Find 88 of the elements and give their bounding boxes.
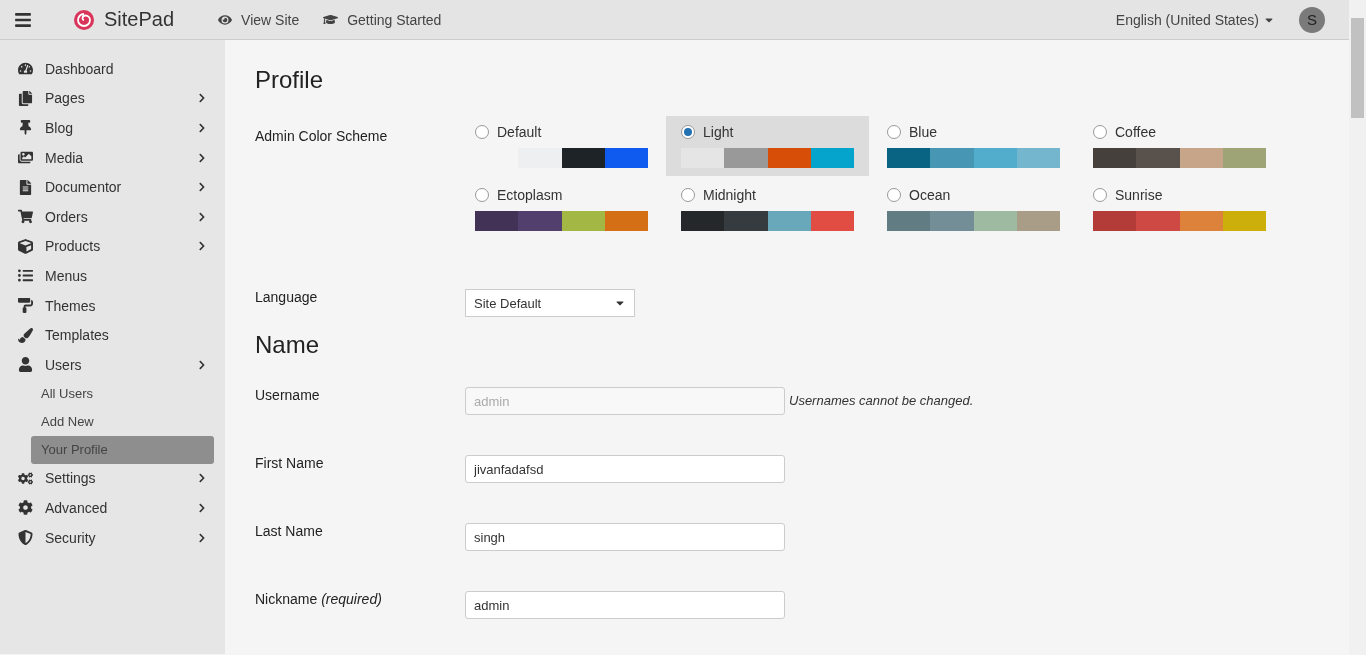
sidebar-item[interactable]: Documentor — [0, 172, 225, 202]
scheme-name: Coffee — [1115, 124, 1156, 140]
scrollbar[interactable] — [1349, 0, 1366, 655]
color-scheme-option[interactable]: Default — [460, 116, 663, 176]
sidebar-item[interactable]: Orders — [0, 201, 225, 232]
pin-icon — [18, 120, 33, 136]
chevron-icon — [197, 152, 207, 163]
field-label: Username — [255, 387, 321, 403]
scrollbar-thumb[interactable] — [1351, 18, 1364, 118]
top-link[interactable]: Getting Started — [323, 11, 442, 28]
scheme-name: Blue — [909, 124, 938, 140]
sidebar-item[interactable]: Blog — [0, 113, 225, 143]
radio-button[interactable] — [887, 188, 901, 202]
brand-name: SitePad — [104, 8, 175, 31]
sidebar-item[interactable]: Settings — [0, 463, 225, 494]
submenu-item[interactable]: Add New — [31, 407, 214, 436]
color-scheme-option[interactable]: Ectoplasm — [460, 179, 663, 239]
gear-icon — [18, 500, 33, 516]
input-field[interactable]: admin — [465, 591, 785, 619]
field-label: First Name — [255, 455, 325, 471]
menu-button[interactable] — [14, 10, 32, 29]
color-scheme-option[interactable]: Midnight — [666, 179, 869, 239]
field-note: Usernames cannot be changed. — [789, 393, 974, 408]
radio-button[interactable] — [681, 125, 695, 139]
chevron-icon — [197, 182, 207, 193]
scheme-name: Ocean — [909, 187, 951, 203]
sidebar-item[interactable]: Media — [0, 142, 225, 173]
graduation-cap-icon — [323, 12, 339, 27]
chevron-icon — [197, 241, 207, 252]
sidebar-item[interactable]: Security — [0, 522, 225, 553]
color-scheme-option[interactable]: Sunrise — [1078, 179, 1281, 239]
scheme-name: Midnight — [703, 187, 756, 203]
radio-button[interactable] — [475, 188, 489, 202]
scheme-name: Sunrise — [1115, 187, 1163, 203]
chevron-icon — [197, 502, 207, 513]
logo-icon — [74, 9, 94, 30]
shield-icon — [18, 530, 33, 545]
chevron-icon — [197, 211, 207, 222]
avatar[interactable]: S — [1299, 6, 1325, 33]
radio-button[interactable] — [681, 188, 695, 202]
chevron-icon — [197, 93, 207, 104]
sidebar-item[interactable]: Menus — [0, 261, 225, 291]
cube-icon — [18, 238, 33, 254]
color-scheme-option[interactable]: Blue — [872, 116, 1075, 176]
top-link[interactable]: View Site — [218, 11, 300, 28]
field-label: Last Name — [255, 523, 324, 539]
radio-button[interactable] — [887, 125, 901, 139]
sidebar-item[interactable]: Products — [0, 231, 225, 262]
field-label: Language — [255, 289, 319, 305]
eye-icon — [218, 12, 233, 27]
color-scheme-option[interactable]: Light — [666, 116, 869, 176]
brush-icon — [18, 327, 33, 343]
sidebar-item[interactable]: Pages — [0, 83, 225, 114]
chevron-icon — [197, 473, 207, 484]
scheme-name: Default — [497, 124, 542, 140]
chevron-icon — [197, 532, 207, 543]
field-label: Nickname (required) — [255, 591, 383, 607]
field-label: Admin Color Scheme — [255, 128, 389, 144]
section-title: Name — [255, 331, 321, 359]
sidebar-item[interactable]: Users — [0, 349, 225, 380]
sidebar-item[interactable]: Advanced — [0, 493, 225, 523]
submenu-item[interactable]: All Users — [31, 379, 214, 408]
language-dropdown[interactable]: English (United States) — [1109, 10, 1281, 29]
color-scheme-option[interactable]: Ocean — [872, 179, 1075, 239]
chevron-icon — [197, 359, 207, 370]
input-field[interactable]: singh — [465, 523, 785, 551]
gears-icon — [18, 470, 33, 486]
scheme-name: Ectoplasm — [497, 187, 563, 203]
dashboard-icon — [18, 61, 33, 77]
roller-icon — [18, 298, 33, 314]
section-title: Profile — [255, 66, 325, 94]
cart-icon — [18, 209, 33, 225]
scheme-name: Light — [703, 124, 734, 140]
images-icon — [18, 150, 33, 166]
color-scheme-option[interactable]: Coffee — [1078, 116, 1281, 176]
pages-icon — [18, 90, 33, 106]
language-select[interactable]: Site Default — [465, 289, 635, 317]
sidebar-item[interactable]: Templates — [0, 320, 225, 350]
sidebar-item[interactable]: Dashboard — [0, 54, 225, 84]
radio-button[interactable] — [1093, 188, 1107, 202]
input-field[interactable]: jivanfadafsd — [465, 455, 785, 483]
sidebar-item[interactable]: Themes — [0, 290, 225, 321]
list-icon — [18, 268, 33, 284]
chevron-icon — [197, 123, 207, 133]
document-icon — [18, 179, 33, 195]
user-icon — [18, 357, 33, 373]
radio-button[interactable] — [475, 125, 489, 139]
radio-button[interactable] — [1093, 125, 1107, 139]
